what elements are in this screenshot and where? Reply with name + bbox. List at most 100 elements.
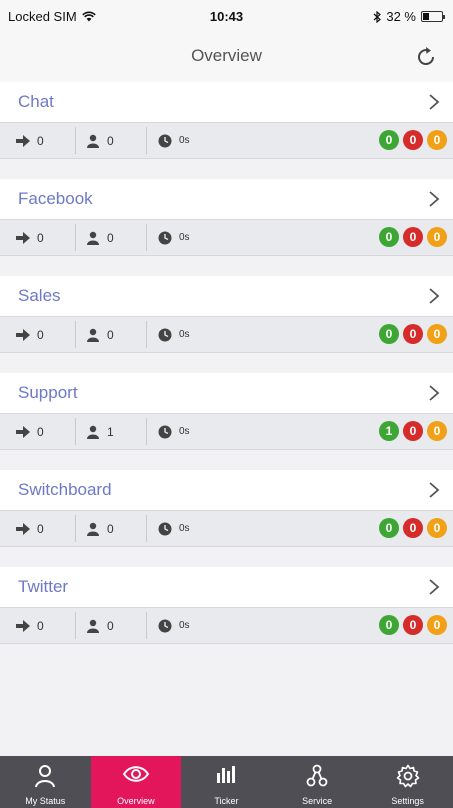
agents-stat: 0 [86, 220, 114, 255]
transfers-stat: 0 [16, 414, 44, 449]
chevron-right-icon [429, 579, 440, 595]
queue-name: Facebook [18, 189, 93, 208]
queue-stats: 0 0 0s 0 0 0 [0, 607, 453, 644]
chevron-right-icon [429, 94, 440, 110]
wait-stat: 0s [158, 123, 190, 158]
status-badge-red: 0 [403, 615, 423, 635]
refresh-icon[interactable] [413, 44, 439, 70]
divider [75, 224, 76, 251]
queue-name: Chat [18, 92, 54, 111]
clock-icon [158, 328, 172, 341]
agents-count: 0 [107, 618, 114, 633]
tab-label: Overview [117, 796, 155, 806]
status-bar: Locked SIM 10:43 32 % [0, 0, 453, 32]
agents-count: 1 [107, 424, 114, 439]
clock-icon [158, 522, 172, 535]
tab-my-status[interactable]: My Status [0, 756, 91, 808]
agents-stat: 1 [86, 414, 114, 449]
clock-icon [158, 231, 172, 244]
status-badge-red: 0 [403, 324, 423, 344]
status-badge-orange: 0 [427, 130, 447, 150]
wait-time: 0s [179, 426, 190, 437]
tab-overview[interactable]: Overview [90, 756, 182, 808]
status-badges: 000 [379, 615, 447, 635]
queue-row[interactable]: Twitter [0, 567, 453, 607]
agents-stat: 0 [86, 511, 114, 546]
person-icon [35, 765, 56, 788]
chevron-right-icon [429, 385, 440, 401]
status-badge-red: 0 [403, 518, 423, 538]
transfers-count: 0 [37, 230, 44, 245]
queue-row[interactable]: Chat [0, 82, 453, 122]
queue-group: Facebook 0 0 0s 0 0 0 [0, 179, 453, 276]
divider [146, 612, 147, 639]
status-badge-red: 0 [403, 130, 423, 150]
battery-icon [421, 11, 445, 22]
clock-icon [158, 134, 172, 147]
battery-percent: 32 % [386, 9, 416, 24]
chevron-right-icon [429, 191, 440, 207]
queue-stats: 0 1 0s 1 0 0 [0, 413, 453, 450]
wait-time: 0s [179, 523, 190, 534]
wait-stat: 0s [158, 511, 190, 546]
queue-stats: 0 0 0s 0 0 0 [0, 316, 453, 353]
transfers-stat: 0 [16, 317, 44, 352]
transfers-count: 0 [37, 521, 44, 536]
queue-group: Twitter 0 0 0s 0 0 0 [0, 567, 453, 664]
tab-settings[interactable]: Settings [362, 756, 453, 808]
queue-group: Sales 0 0 0s 0 0 0 [0, 276, 453, 373]
battery-fill [423, 13, 429, 20]
transfers-stat: 0 [16, 220, 44, 255]
queue-stats: 0 0 0s 0 0 0 [0, 122, 453, 159]
user-icon [87, 134, 99, 148]
queue-row[interactable]: Switchboard [0, 470, 453, 510]
queue-row[interactable]: Sales [0, 276, 453, 316]
queue-stats: 0 0 0s 0 0 0 [0, 510, 453, 547]
chevron-right-icon [429, 288, 440, 304]
transfers-count: 0 [37, 133, 44, 148]
tab-service[interactable]: Service [272, 756, 363, 808]
divider [75, 127, 76, 154]
agents-count: 0 [107, 133, 114, 148]
divider [75, 515, 76, 542]
tab-label: My Status [25, 796, 66, 806]
transfers-count: 0 [37, 424, 44, 439]
transfers-count: 0 [37, 327, 44, 342]
transfers-count: 0 [37, 618, 44, 633]
agents-count: 0 [107, 230, 114, 245]
status-right: 32 % [373, 9, 445, 24]
divider [146, 127, 147, 154]
queue-row[interactable]: Facebook [0, 179, 453, 219]
user-icon [87, 328, 99, 342]
status-badge-orange: 0 [427, 227, 447, 247]
status-badge-red: 0 [403, 421, 423, 441]
queue-list: Chat 0 0 0s 0 0 0 Facebook 0 0 0s 0 0 0 Sales 0 0 0s 0 0 0 Su… [0, 82, 453, 664]
arrow-right-icon [16, 328, 30, 341]
status-badges: 000 [379, 227, 447, 247]
queue-row[interactable]: Support [0, 373, 453, 413]
wait-stat: 0s [158, 220, 190, 255]
arrow-right-icon [16, 522, 30, 535]
wait-time: 0s [179, 329, 190, 340]
agents-stat: 0 [86, 608, 114, 643]
agents-count: 0 [107, 521, 114, 536]
tab-bar: My Status Overview Ticker Service Settin… [0, 756, 453, 808]
status-badge-green: 1 [379, 421, 399, 441]
tab-ticker[interactable]: Ticker [181, 756, 272, 808]
queue-stats: 0 0 0s 0 0 0 [0, 219, 453, 256]
user-icon [87, 231, 99, 245]
wait-time: 0s [179, 232, 190, 243]
status-badge-orange: 0 [427, 421, 447, 441]
wait-time: 0s [179, 620, 190, 631]
page-title: Overview [191, 46, 262, 65]
status-badge-orange: 0 [427, 615, 447, 635]
agents-stat: 0 [86, 123, 114, 158]
divider [75, 418, 76, 445]
clock-icon [158, 619, 172, 632]
arrow-right-icon [16, 619, 30, 632]
status-badge-red: 0 [403, 227, 423, 247]
status-badges: 000 [379, 130, 447, 150]
status-badge-green: 0 [379, 518, 399, 538]
agents-count: 0 [107, 327, 114, 342]
status-badge-green: 0 [379, 130, 399, 150]
